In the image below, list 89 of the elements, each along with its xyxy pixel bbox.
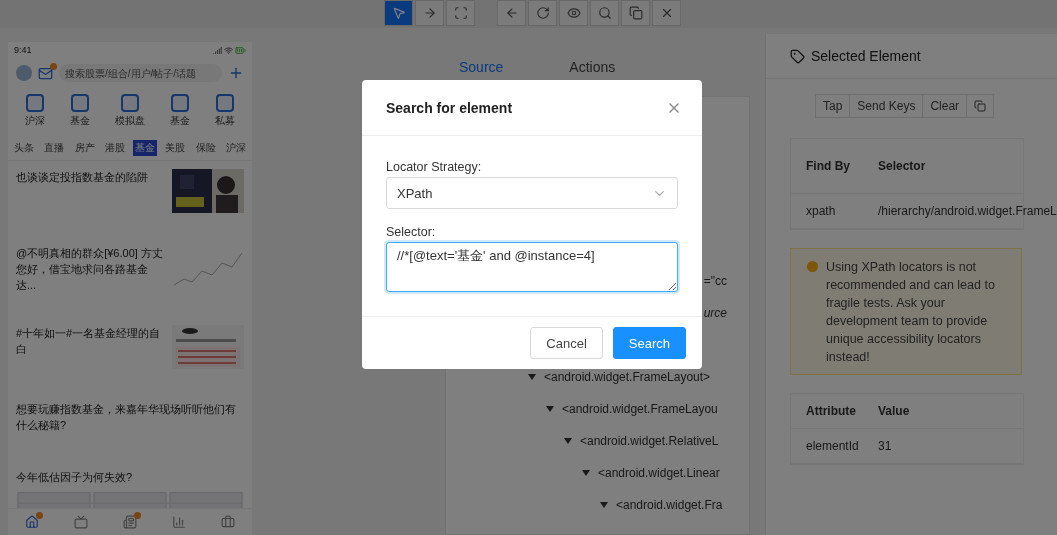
article-title[interactable]: 也谈谈定投指数基金的陷阱 — [16, 169, 164, 229]
field-label: Selector: — [386, 225, 437, 239]
bar-chart-icon[interactable] — [171, 515, 186, 529]
warning-text: Using XPath locators is not recommended and can lead to fragile tests. Ask your development team to provide unique accessibility locators instead! — [826, 259, 996, 366]
shortcut-label[interactable]: 沪深 — [24, 114, 45, 128]
eye-icon — [566, 6, 581, 20]
table-cell-text: /hierarchy/android.widget.FrameL — [877, 204, 1057, 218]
toolbar-button[interactable] — [415, 0, 444, 26]
action-button[interactable]: Tap — [815, 94, 851, 118]
scan-icon — [453, 6, 468, 20]
search-field[interactable]: 搜索股票/组合/用户/帖子/话题 — [59, 64, 222, 82]
toolbar-button[interactable] — [621, 0, 650, 26]
category-tab[interactable]: 港股 — [102, 140, 127, 156]
tree-node[interactable]: <android.widget.Linear — [598, 466, 720, 480]
briefcase-icon[interactable] — [220, 515, 235, 529]
category-tab[interactable]: 房产 — [72, 140, 97, 156]
tree-node[interactable]: <android.widget.FrameLayout> — [544, 370, 711, 384]
category-tab[interactable]: 基金 — [133, 140, 158, 156]
toolbar-button[interactable] — [446, 0, 475, 26]
category-tab[interactable]: 美股 — [163, 140, 188, 156]
toolbar-button[interactable] — [497, 0, 526, 26]
shortcut-icon[interactable] — [120, 94, 139, 112]
select-icon — [391, 6, 406, 20]
table-cell-text: 31 — [877, 439, 893, 453]
copy-icon — [974, 100, 987, 112]
search-button[interactable]: Search — [612, 327, 686, 359]
shortcut-label[interactable]: 私募 — [215, 114, 236, 128]
plus-icon[interactable] — [228, 65, 244, 81]
caret-icon[interactable] — [564, 437, 572, 445]
source-text: urce — [703, 306, 727, 320]
category-tab[interactable]: 保险 — [193, 140, 218, 156]
tab[interactable]: Actions — [555, 59, 630, 84]
article-title[interactable]: @不明真相的群众[¥6.00] 方丈您好，借宝地求问各路基金达... — [16, 245, 164, 309]
category-tab[interactable]: 直播 — [42, 140, 67, 156]
wifi-icon — [224, 45, 233, 55]
table-cell-text: xpath — [805, 204, 837, 218]
action-button[interactable]: Clear — [922, 94, 968, 118]
tree-node[interactable]: <android.widget.FrameLayou — [562, 402, 718, 416]
dialog-title: Search for element — [386, 99, 513, 116]
column-header: Find By — [805, 158, 851, 175]
caret-icon[interactable] — [528, 373, 536, 381]
signal-icon — [213, 45, 222, 55]
cancel-button[interactable]: Cancel — [530, 327, 603, 359]
status-time: 9:41 — [14, 45, 32, 55]
battery-icon — [235, 44, 246, 56]
shortcut-icon[interactable] — [171, 94, 190, 112]
refresh-icon — [535, 6, 550, 20]
caret-icon[interactable] — [582, 469, 590, 477]
source-text: ="cc — [703, 274, 727, 288]
shortcut-icon[interactable] — [70, 94, 89, 112]
category-tab[interactable]: 沪深 — [223, 140, 248, 156]
toolbar-button[interactable] — [559, 0, 588, 26]
shortcut-icon[interactable] — [25, 94, 44, 112]
field-label: Locator Strategy: — [386, 160, 483, 174]
shortcut-label[interactable]: 基金 — [170, 114, 191, 128]
shortcut-label[interactable]: 基金 — [69, 114, 90, 128]
selector-field[interactable]: //*[@text='基金' and @instance=4] — [386, 242, 678, 292]
warning-icon — [807, 261, 818, 272]
back-icon — [504, 6, 519, 20]
table-cell-text: elementId — [805, 439, 860, 453]
shortcut-label[interactable]: 模拟盘 — [114, 114, 145, 128]
avatar[interactable] — [16, 65, 32, 81]
tag-icon — [790, 48, 805, 64]
copy-icon — [628, 6, 643, 20]
action-button[interactable]: Send Keys — [849, 94, 924, 118]
category-tab[interactable]: 头条 — [12, 140, 36, 156]
toolbar-button[interactable] — [384, 0, 413, 26]
article-title[interactable]: 想要玩赚指数基金，来嘉年华现场听听他们有什么秘籍? — [16, 401, 244, 453]
column-header: Attribute — [805, 403, 857, 420]
shortcut-icon[interactable] — [216, 94, 235, 112]
newspaper-icon[interactable] — [123, 515, 137, 529]
tv-icon[interactable] — [74, 515, 89, 529]
caret-icon[interactable] — [546, 405, 554, 413]
toolbar-button[interactable] — [528, 0, 557, 26]
strategy-select[interactable]: XPath — [386, 177, 678, 209]
tree-node[interactable]: <android.widget.RelativeL — [580, 434, 719, 448]
mail-icon[interactable] — [38, 65, 53, 81]
toolbar-button[interactable] — [590, 0, 619, 26]
article-title[interactable]: 今年低估因子为何失效? — [16, 469, 244, 485]
search-icon — [597, 6, 612, 20]
column-header: Value — [877, 403, 911, 420]
article-title[interactable]: #十年如一#一名基金经理的自白 — [16, 325, 164, 385]
home-icon[interactable] — [25, 515, 40, 529]
tree-node[interactable]: <android.widget.Fra — [616, 498, 723, 512]
copy-button[interactable] — [966, 94, 995, 118]
caret-icon[interactable] — [600, 501, 608, 509]
panel-title: Selected Element — [811, 48, 921, 64]
column-header: Selector — [877, 158, 927, 175]
toolbar-button[interactable] — [652, 0, 681, 26]
